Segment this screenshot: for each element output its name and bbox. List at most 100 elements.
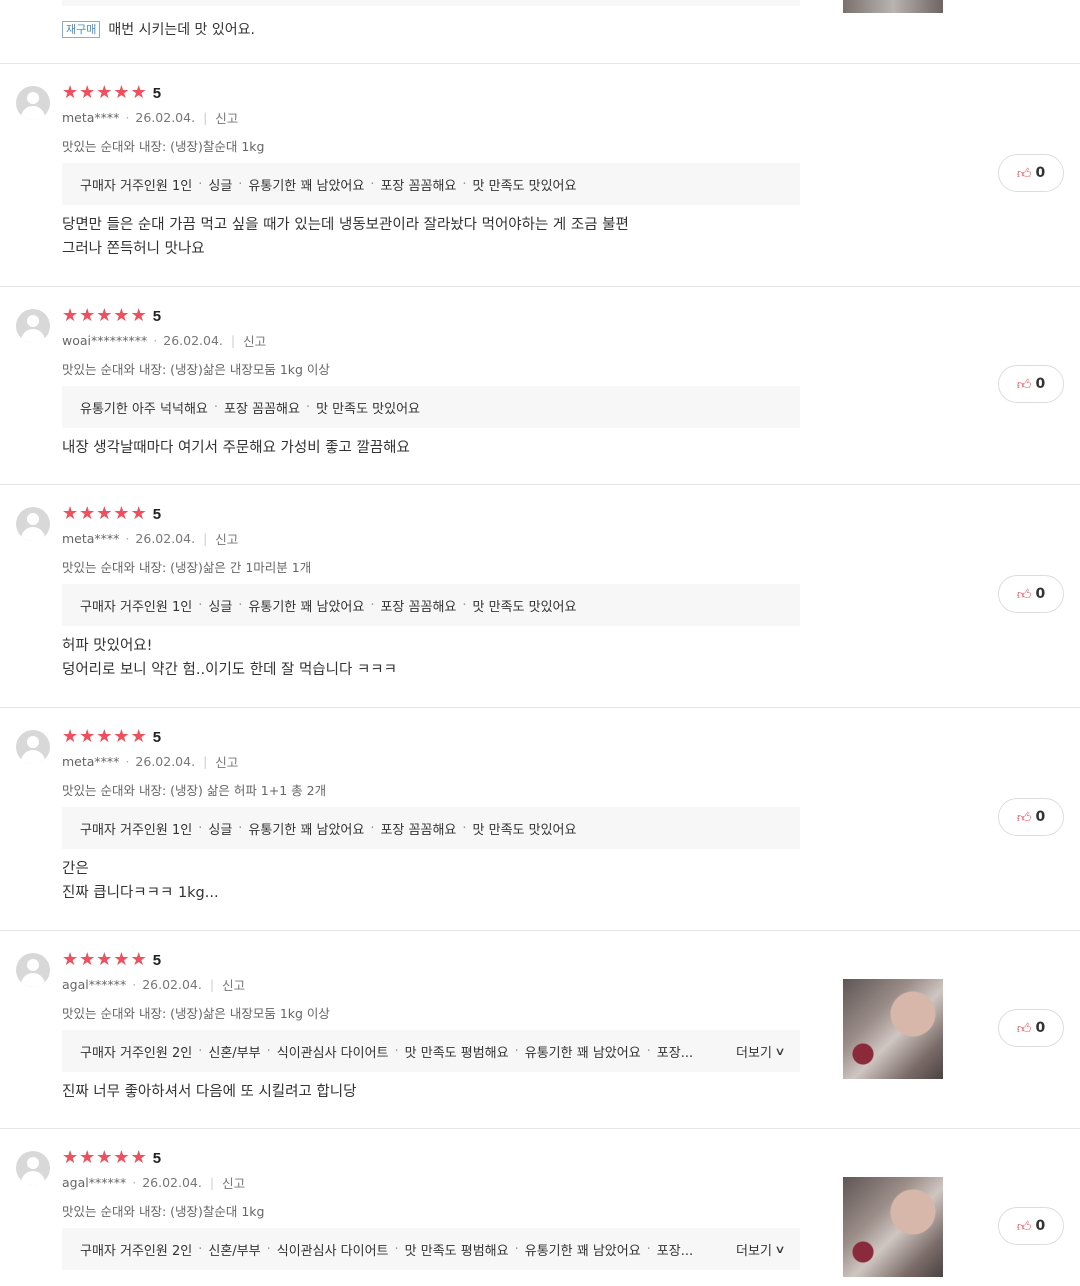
like-count: 0 bbox=[1035, 809, 1046, 825]
rating-score: 5 bbox=[152, 951, 162, 969]
like-button[interactable]: 👍︎ 0 bbox=[998, 575, 1064, 613]
review-date: 26.02.04. bbox=[142, 977, 202, 992]
thumbs-up-icon: 👍︎ bbox=[1016, 1218, 1032, 1235]
like-count: 0 bbox=[1035, 165, 1046, 181]
like-button[interactable]: 👍︎ 0 bbox=[998, 154, 1064, 192]
review-photo-thumbnail[interactable] bbox=[843, 979, 943, 1079]
rating-score: 5 bbox=[152, 84, 162, 102]
avatar-placeholder-icon bbox=[16, 1151, 50, 1185]
review-item: ★ ★ ★ ★ ★ 5 meta**** · 26.02.04. | 신고 맛있… bbox=[0, 708, 1080, 931]
like-button[interactable]: 👍︎ 0 bbox=[998, 1207, 1064, 1245]
report-link[interactable]: 신고 bbox=[215, 529, 238, 548]
like-button[interactable]: 👍︎ 0 bbox=[998, 365, 1064, 403]
report-link[interactable]: 신고 bbox=[222, 975, 245, 994]
star-icon: ★ bbox=[96, 82, 113, 103]
review-photo-thumbnail[interactable] bbox=[843, 1177, 943, 1277]
reviewer-id: meta**** bbox=[62, 754, 120, 769]
star-icon: ★ bbox=[130, 726, 147, 747]
like-button[interactable]: 👍︎ 0 bbox=[998, 798, 1064, 836]
meta-divider: | bbox=[203, 110, 208, 125]
more-label: 더보기 bbox=[736, 1045, 772, 1061]
review-tag: 유통기한 꽤 남았어요 bbox=[248, 599, 365, 615]
meta-divider: | bbox=[230, 333, 236, 348]
purchase-option: 맛있는 순대와 내장: (냉장) 삶은 허파 1+1 총 2개 bbox=[62, 783, 327, 798]
more-button[interactable]: 더보기 ∨ bbox=[722, 1228, 786, 1270]
star-icon: ★ bbox=[96, 503, 113, 524]
review-tag: 맛 만족도 맛있어요 bbox=[316, 401, 421, 417]
report-link[interactable]: 신고 bbox=[222, 1173, 245, 1192]
review-meta: meta**** · 26.02.04. | 신고 bbox=[62, 752, 238, 771]
thumbs-up-icon: 👍︎ bbox=[1016, 376, 1032, 393]
star-icon: ★ bbox=[79, 1147, 96, 1168]
star-icon: ★ bbox=[79, 503, 96, 524]
star-icon: ★ bbox=[79, 305, 96, 326]
review-meta: meta**** · 26.02.04. | 신고 bbox=[62, 108, 238, 127]
report-link[interactable]: 신고 bbox=[243, 331, 266, 350]
like-count: 0 bbox=[1035, 1218, 1046, 1234]
avatar-placeholder-icon bbox=[16, 730, 50, 764]
tag-separator: · bbox=[238, 597, 243, 613]
review-date: 26.02.04. bbox=[135, 754, 196, 769]
tag-separator: · bbox=[198, 1043, 203, 1059]
meta-dot: · bbox=[125, 110, 130, 125]
review-tag: 유통기한 꽤 남았어요 bbox=[248, 822, 365, 838]
review-meta: woai********* · 26.02.04. | 신고 bbox=[62, 331, 266, 350]
review-item: ★ ★ ★ ★ ★ 5 agal****** · 26.02.04. | 신고 … bbox=[0, 1129, 1080, 1286]
purchase-option: 맛있는 순대와 내장: (냉장)찰순대 1kg bbox=[62, 1204, 265, 1219]
tag-separator: · bbox=[238, 820, 243, 836]
tag-separator: · bbox=[394, 1043, 399, 1059]
rating-score: 5 bbox=[152, 1149, 162, 1167]
review-tag: 포장 꼼꼼해요 bbox=[380, 822, 457, 838]
review-tag: 식이관심사 다이어트 bbox=[276, 1045, 389, 1061]
review-tag: 구매자 거주인원 1인 bbox=[80, 822, 193, 838]
meta-divider: | bbox=[209, 1175, 215, 1190]
tag-separator: · bbox=[266, 1241, 271, 1257]
tag-separator: · bbox=[198, 176, 203, 192]
tag-separator: · bbox=[462, 820, 467, 836]
review-tag: 신혼/부부 bbox=[208, 1045, 261, 1061]
star-icon: ★ bbox=[113, 82, 130, 103]
star-icon: ★ bbox=[96, 1147, 113, 1168]
star-icon: ★ bbox=[62, 82, 79, 103]
review-meta: meta**** · 26.02.04. | 신고 bbox=[62, 529, 238, 548]
review-tag: 포장 꼼꼼해요 bbox=[380, 178, 457, 194]
review-item: ★ ★ ★ ★ ★ 5 woai********* · 26.02.04. | … bbox=[0, 287, 1080, 485]
review-photo-thumbnail[interactable] bbox=[843, 0, 943, 13]
rating-stars: ★ ★ ★ ★ ★ 5 bbox=[62, 1149, 161, 1167]
rating-score: 5 bbox=[152, 307, 162, 325]
report-link[interactable]: 신고 bbox=[215, 752, 238, 771]
tag-separator: · bbox=[198, 820, 203, 836]
report-link[interactable]: 신고 bbox=[215, 108, 238, 127]
review-tag: 맛 만족도 평범해요 bbox=[404, 1243, 509, 1259]
purchase-option: 맛있는 순대와 내장: (냉장)삶은 내장모둠 1kg 이상 bbox=[62, 1006, 330, 1021]
review-item-partial: 재구매 매번 시키는데 맛 있어요. bbox=[0, 0, 1080, 64]
star-icon: ★ bbox=[130, 949, 147, 970]
tag-separator: · bbox=[238, 176, 243, 192]
star-icon: ★ bbox=[62, 949, 79, 970]
meta-dot: · bbox=[153, 333, 158, 348]
star-icon: ★ bbox=[113, 503, 130, 524]
star-icon: ★ bbox=[113, 949, 130, 970]
tag-separator: · bbox=[198, 597, 203, 613]
avatar-placeholder-icon bbox=[16, 309, 50, 343]
review-tag: 맛 만족도 맛있어요 bbox=[472, 178, 577, 194]
review-tags: 유통기한 아주 넉넉해요 · 포장 꼼꼼해요 · 맛 만족도 맛있어요 bbox=[62, 386, 800, 428]
star-icon: ★ bbox=[130, 305, 147, 326]
like-button[interactable]: 👍︎ 0 bbox=[998, 1009, 1064, 1047]
star-icon: ★ bbox=[62, 503, 79, 524]
chevron-down-icon: ∨ bbox=[774, 1242, 786, 1256]
star-icon: ★ bbox=[130, 82, 147, 103]
tag-separator: · bbox=[462, 597, 467, 613]
meta-dot: · bbox=[132, 1175, 137, 1190]
review-content: 당면만 들은 순대 가끔 먹고 싶을 때가 있는데 냉동보관이라 잘라놨다 먹어… bbox=[62, 217, 629, 257]
rating-stars: ★ ★ ★ ★ ★ 5 bbox=[62, 84, 161, 102]
review-meta: agal****** · 26.02.04. | 신고 bbox=[62, 975, 245, 994]
review-tag: 포장 꼼꼼해요 bbox=[380, 599, 457, 615]
thumbs-up-icon: 👍︎ bbox=[1016, 809, 1032, 826]
more-button[interactable]: 더보기 ∨ bbox=[722, 1030, 786, 1072]
star-icon: ★ bbox=[130, 503, 147, 524]
reviewer-id: meta**** bbox=[62, 110, 120, 125]
review-tag: 유통기한 꽤 남았어요 bbox=[248, 178, 365, 194]
tag-separator: · bbox=[370, 597, 375, 613]
star-icon: ★ bbox=[62, 726, 79, 747]
